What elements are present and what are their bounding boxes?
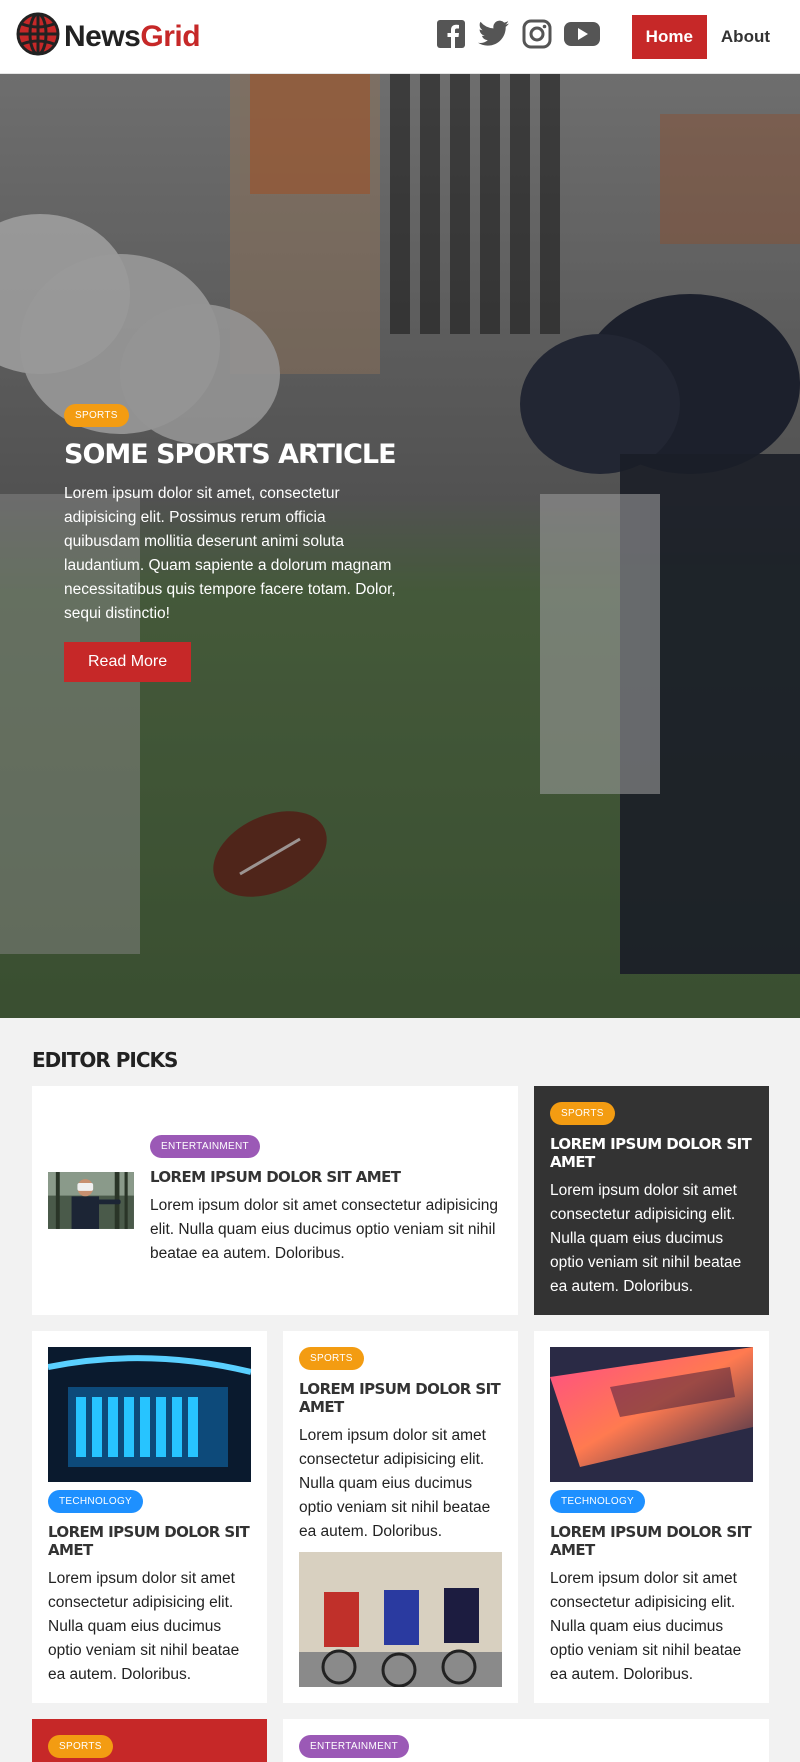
card-title[interactable]: Lorem ipsum dolor sit amet bbox=[550, 1135, 753, 1171]
category-badge[interactable]: Sports bbox=[550, 1102, 615, 1125]
category-badge[interactable]: Sports bbox=[299, 1347, 364, 1370]
social-links bbox=[436, 19, 600, 54]
card-text: Lorem ipsum dolor sit amet consectetur a… bbox=[299, 1427, 491, 1540]
vr-image bbox=[48, 1172, 134, 1229]
card-title[interactable]: Lorem ipsum dolor sit amet bbox=[48, 1523, 251, 1559]
twitter-icon[interactable] bbox=[477, 20, 510, 53]
category-badge[interactable]: Entertainment bbox=[299, 1735, 409, 1758]
section-title: Editor Picks bbox=[32, 1048, 178, 1072]
instagram-icon[interactable] bbox=[522, 19, 552, 54]
card-text: Lorem ipsum dolor sit amet consectetur a… bbox=[149, 1197, 499, 1262]
logo-text: NewsGrid bbox=[64, 19, 201, 53]
hero-category-badge[interactable]: Sports bbox=[64, 404, 129, 427]
cycling-image bbox=[299, 1552, 502, 1687]
laptop-image bbox=[550, 1347, 753, 1482]
card-text: Lorem ipsum dolor sit amet consectetur a… bbox=[550, 1570, 742, 1683]
facebook-icon[interactable] bbox=[436, 19, 466, 54]
nav-about[interactable]: About bbox=[707, 15, 784, 59]
article-card[interactable]: Entertainment Lorem ipsum dolor sit amet… bbox=[32, 1086, 518, 1315]
logo[interactable]: NewsGrid bbox=[16, 12, 201, 61]
article-card[interactable]: Sports bbox=[32, 1719, 267, 1762]
card-title[interactable]: Lorem ipsum dolor sit amet bbox=[550, 1523, 753, 1559]
article-card[interactable]: Sports Lorem ipsum dolor sit amet Lorem … bbox=[534, 1086, 769, 1315]
article-card[interactable]: Technology Lorem ipsum dolor sit amet Lo… bbox=[32, 1331, 267, 1703]
category-badge[interactable]: Technology bbox=[550, 1490, 646, 1513]
category-badge[interactable]: Entertainment bbox=[149, 1135, 260, 1158]
card-title[interactable]: Lorem ipsum dolor sit amet bbox=[150, 1168, 502, 1186]
hero-text: Lorem ipsum dolor sit amet, consectetur … bbox=[64, 485, 396, 622]
read-more-button[interactable]: Read More bbox=[64, 642, 192, 682]
server-image bbox=[48, 1347, 251, 1482]
card-body: Entertainment Lorem ipsum dolor sit amet… bbox=[149, 1135, 502, 1266]
hero-title: Some Sports Article bbox=[64, 439, 397, 470]
category-badge[interactable]: Sports bbox=[48, 1735, 113, 1758]
navbar: NewsGrid Home About bbox=[0, 0, 800, 74]
article-card[interactable]: Technology Lorem ipsum dolor sit amet Lo… bbox=[534, 1331, 769, 1703]
youtube-icon[interactable] bbox=[563, 20, 600, 53]
article-card[interactable]: Sports Lorem ipsum dolor sit amet Lorem … bbox=[283, 1331, 518, 1703]
hero-content: Sports Some Sports Article Lorem ipsum d… bbox=[64, 404, 404, 682]
picks-grid: Entertainment Lorem ipsum dolor sit amet… bbox=[32, 1086, 769, 1762]
globe-icon bbox=[16, 12, 60, 61]
hero: Sports Some Sports Article Lorem ipsum d… bbox=[0, 74, 800, 1018]
editor-picks: Editor Picks Entertainment Lorem ipsum d… bbox=[0, 1018, 800, 1762]
article-card[interactable]: Entertainment bbox=[283, 1719, 769, 1762]
card-text: Lorem ipsum dolor sit amet consectetur a… bbox=[550, 1182, 742, 1295]
category-badge[interactable]: Technology bbox=[48, 1490, 144, 1513]
card-text: Lorem ipsum dolor sit amet consectetur a… bbox=[48, 1570, 240, 1683]
card-title[interactable]: Lorem ipsum dolor sit amet bbox=[299, 1380, 502, 1416]
nav-home[interactable]: Home bbox=[631, 14, 707, 59]
main-nav: Home About bbox=[631, 14, 784, 59]
